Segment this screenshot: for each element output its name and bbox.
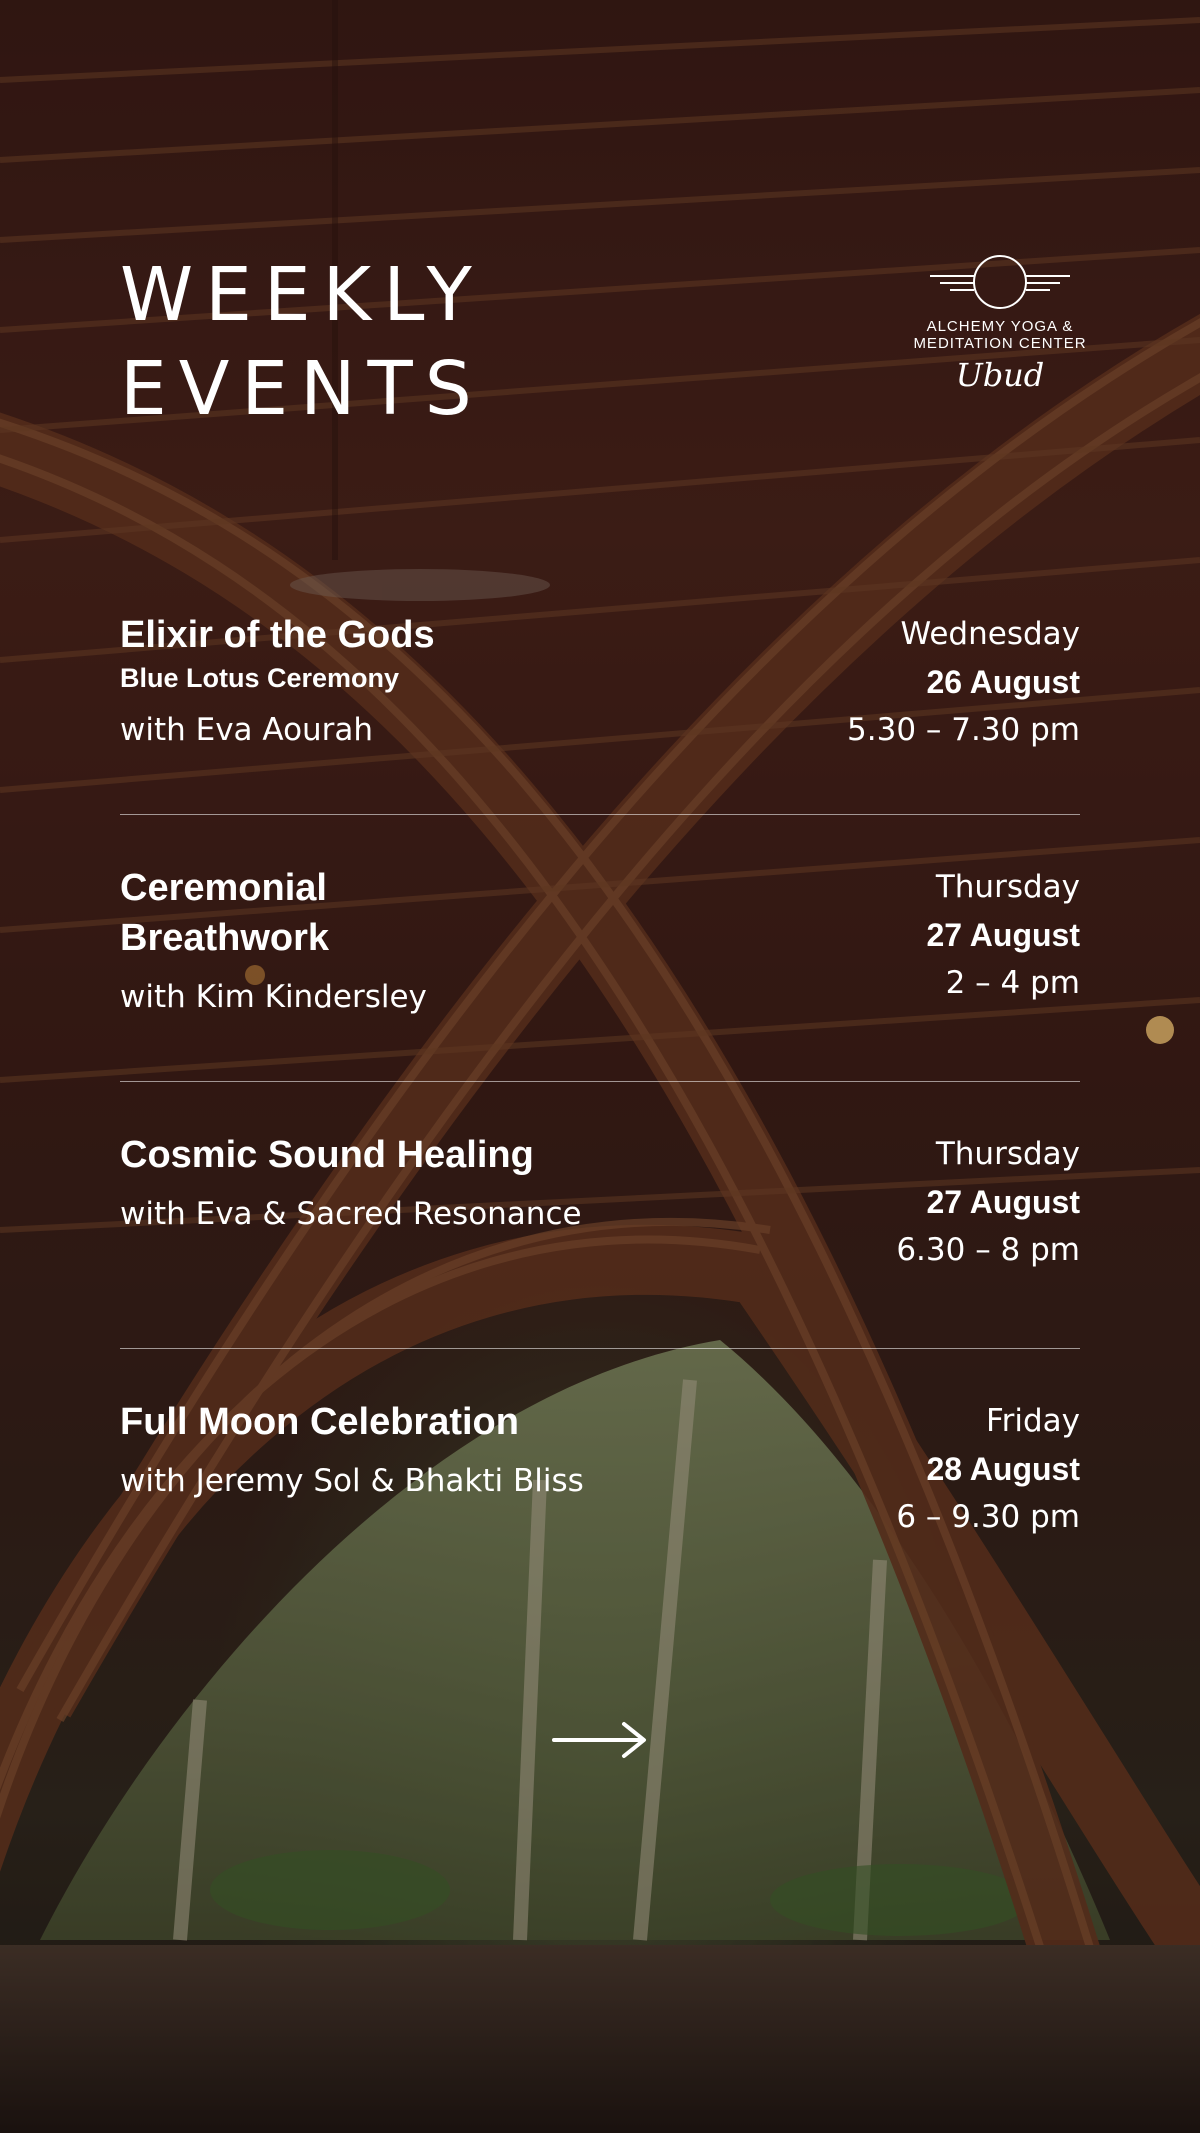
- event-date: 27 August: [926, 1184, 1081, 1220]
- logo-name-line-1: ALCHEMY YOGA &: [926, 318, 1074, 335]
- event-item: Full Moon Celebration with Jeremy Sol & …: [120, 1349, 1080, 1549]
- event-schedule: Thursday 27 August 6.30 – 8 pm: [896, 1082, 1080, 1348]
- event-item: Ceremonial Breathwork with Kim Kindersle…: [120, 815, 1080, 1082]
- event-subtitle: Blue Lotus Ceremony: [120, 663, 400, 693]
- event-info: Cosmic Sound Healing with Eva & Sacred R…: [120, 1082, 720, 1348]
- event-schedule: Wednesday 26 August 5.30 – 7.30 pm: [847, 610, 1080, 814]
- event-title: Elixir of the Gods: [120, 614, 435, 656]
- alchemy-logo: ALCHEMY YOGA & MEDITATION CENTER Ubud: [900, 252, 1100, 392]
- title-line-1: WEEKLY: [120, 252, 484, 338]
- sun-horizon-icon: [930, 255, 1070, 309]
- event-item: Elixir of the Gods Blue Lotus Ceremony w…: [120, 610, 1080, 815]
- event-title-line-1: Ceremonial: [120, 867, 327, 909]
- logo-name-line-2: MEDITATION CENTER: [913, 335, 1087, 352]
- weekly-events-poster: WEEKLY EVENTS ALCHEMY YOGA & MEDITATION …: [0, 0, 1200, 2133]
- event-info: Elixir of the Gods Blue Lotus Ceremony w…: [120, 610, 720, 814]
- event-time: 6 – 9.30 pm: [896, 1499, 1080, 1535]
- title-line-2: EVENTS: [120, 346, 484, 432]
- event-host: with Jeremy Sol & Bhakti Bliss: [120, 1463, 584, 1499]
- event-item: Cosmic Sound Healing with Eva & Sacred R…: [120, 1082, 1080, 1349]
- event-time: 6.30 – 8 pm: [896, 1232, 1080, 1268]
- event-title-line-2: Breathwork: [120, 917, 330, 959]
- event-time: 5.30 – 7.30 pm: [847, 712, 1080, 748]
- event-date: 26 August: [926, 664, 1081, 700]
- event-day: Thursday: [935, 1136, 1080, 1172]
- event-host: with Eva Aourah: [120, 712, 374, 748]
- event-title: Full Moon Celebration: [120, 1401, 519, 1443]
- event-info: Ceremonial Breathwork with Kim Kindersle…: [120, 815, 720, 1081]
- event-schedule: Friday 28 August 6 – 9.30 pm: [896, 1349, 1080, 1549]
- event-day: Wednesday: [900, 616, 1080, 652]
- event-date: 27 August: [926, 917, 1081, 953]
- event-host: with Kim Kindersley: [120, 979, 427, 1015]
- event-schedule: Thursday 27 August 2 – 4 pm: [927, 815, 1081, 1081]
- right-arrow-icon[interactable]: [552, 1718, 648, 1762]
- event-day: Friday: [986, 1403, 1080, 1439]
- event-time: 2 – 4 pm: [945, 965, 1080, 1001]
- logo-script: Ubud: [955, 356, 1045, 394]
- page-title: WEEKLY EVENTS: [120, 248, 484, 436]
- event-host: with Eva & Sacred Resonance: [120, 1196, 582, 1232]
- event-date: 28 August: [926, 1451, 1081, 1487]
- events-list: Elixir of the Gods Blue Lotus Ceremony w…: [120, 610, 1080, 1549]
- event-day: Thursday: [935, 869, 1080, 905]
- event-title: Ceremonial Breathwork: [120, 863, 720, 963]
- event-title: Cosmic Sound Healing: [120, 1134, 534, 1176]
- event-info: Full Moon Celebration with Jeremy Sol & …: [120, 1349, 720, 1549]
